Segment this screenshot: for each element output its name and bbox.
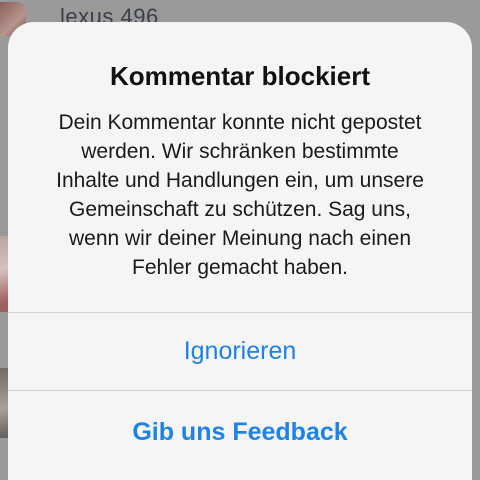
alert-message: Dein Kommentar konnte nicht gepostet wer… [30,108,450,282]
feedback-button[interactable]: Gib uns Feedback [8,391,472,473]
alert-message-line: Gemeinschaft zu schützen. Sag uns, [68,198,412,221]
alert-message-line: werden. Wir schränken bestimmte [81,140,399,163]
alert-message-line: Fehler gemacht haben. [132,256,348,279]
alert-message-line: wenn wir deiner Meinung nach einen [68,227,412,250]
alert-body: Kommentar blockiert Dein Kommentar konnt… [8,22,472,312]
alert-message-line: Inhalte und Handlungen ein, um unsere [56,169,424,192]
alert-dialog: Kommentar blockiert Dein Kommentar konnt… [8,22,472,480]
alert-message-line: Dein Kommentar konnte nicht gepostet [58,111,422,134]
alert-title: Kommentar blockiert [109,61,371,91]
ignore-button[interactable]: Ignorieren [8,313,472,390]
